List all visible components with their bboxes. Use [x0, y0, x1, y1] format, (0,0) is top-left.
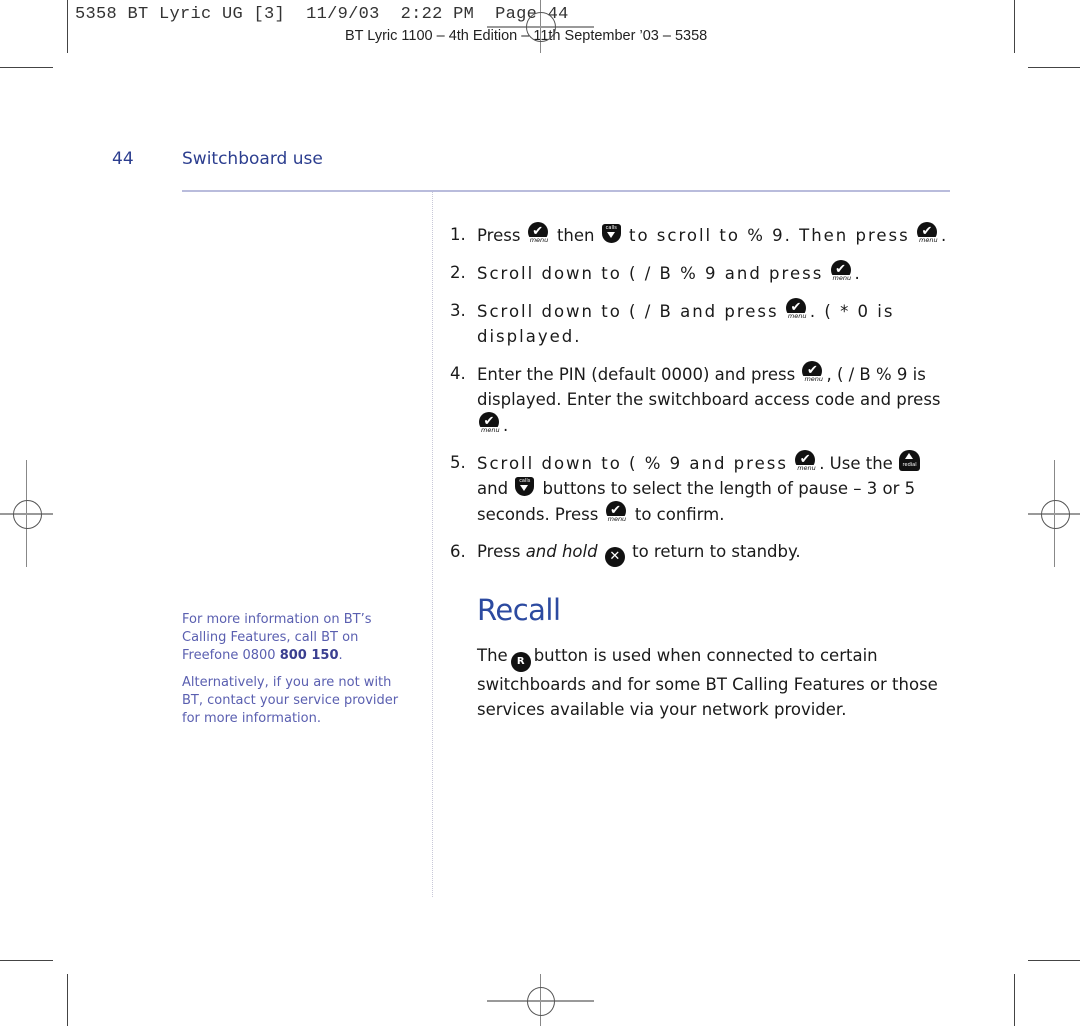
menu-ok-button-icon: ✔ menu: [917, 222, 939, 244]
step-text: and: [477, 479, 509, 498]
step-2: 2. Scroll down to ( / B % 9 and press ✔ m…: [450, 260, 950, 286]
crop-mark-top-left-v: [67, 0, 68, 53]
crop-mark-top-left-h: [0, 67, 53, 68]
column-divider: [432, 192, 433, 897]
step-text: Press: [477, 226, 521, 245]
step-text: to scroll to % 9. Then press: [628, 226, 910, 245]
menu-ok-button-icon: ✔ menu: [605, 501, 628, 523]
step-text: .: [941, 226, 947, 245]
page-number: 44: [112, 149, 134, 169]
recall-body: The Rbutton is used when connected to cer…: [477, 643, 952, 722]
crop-mark-bottom-right-v: [1014, 974, 1015, 1026]
step-text: Enter the PIN (default 0000) and press: [477, 365, 796, 384]
step-5: 5. Scroll down to ( % 9 and press ✔ menu.…: [450, 450, 950, 527]
slug-date: 11/9/03: [306, 5, 380, 24]
step-number: 1.: [450, 225, 466, 244]
step-text: to confirm.: [634, 505, 725, 524]
step-3: 3. Scroll down to ( / B and press ✔ menu.…: [450, 298, 950, 349]
step-text: Scroll down to ( / B and press: [477, 302, 779, 321]
step-number: 2.: [450, 263, 466, 282]
recall-button-icon: R: [510, 652, 531, 672]
step-number: 4.: [450, 364, 466, 383]
end-call-button-icon: ✕: [604, 547, 625, 567]
step-text: Press: [477, 542, 521, 561]
recall-text: button is used when connected to certain…: [477, 646, 938, 719]
step-text-emphasis: and hold: [525, 542, 598, 561]
step-1: 1. Press ✔ menu then calls to scroll to %…: [450, 222, 950, 248]
step-number: 5.: [450, 453, 466, 472]
menu-ok-button-icon: ✔ menu: [802, 361, 825, 383]
printer-slug-line: 5358 BT Lyric UG [3] 11/9/03 2:22 PM Pag…: [75, 5, 569, 24]
section-title: Switchboard use: [182, 149, 323, 169]
crop-mark-bottom-right-h: [1028, 960, 1080, 961]
side-note: For more information on BT’s Calling Fea…: [182, 611, 412, 737]
calls-down-button-icon: calls: [601, 224, 622, 244]
recall-heading: Recall: [477, 593, 561, 627]
step-text: Scroll down to ( % 9 and press: [477, 454, 788, 473]
step-text: . Use the: [819, 454, 893, 473]
step-number: 6.: [450, 542, 466, 561]
header-rule: [182, 190, 950, 192]
step-text: .: [854, 264, 860, 283]
menu-ok-button-icon: ✔ menu: [830, 260, 853, 282]
crop-mark-bottom-left-h: [0, 960, 53, 961]
menu-ok-button-icon: ✔ menu: [785, 298, 808, 320]
menu-ok-button-icon: ✔ menu: [479, 412, 501, 434]
slug-time: 2:22 PM: [400, 5, 475, 24]
menu-ok-button-icon: ✔ menu: [795, 450, 817, 472]
step-text: then: [556, 226, 595, 245]
step-text: .: [503, 416, 509, 435]
redial-up-button-icon: redial: [899, 450, 921, 472]
menu-ok-button-icon: ✔ menu: [527, 222, 550, 244]
step-text: to return to standby.: [632, 542, 801, 561]
crop-mark-bottom-left-v: [67, 974, 68, 1026]
crop-mark-top-right-v: [1014, 0, 1015, 53]
step-text: Scroll down to ( / B % 9 and press: [477, 264, 824, 283]
slug-job: 5358 BT Lyric UG [3]: [75, 5, 286, 24]
side-note-para-1: For more information on BT’s Calling Fea…: [182, 612, 372, 663]
recall-text: The: [477, 646, 508, 665]
step-number: 3.: [450, 301, 466, 320]
step-4: 4. Enter the PIN (default 0000) and pres…: [450, 361, 950, 438]
instruction-steps: 1. Press ✔ menu then calls to scroll to %…: [450, 222, 950, 579]
calls-down-button-icon: calls: [515, 477, 535, 497]
side-note-para-2: Alternatively, if you are not with BT, c…: [182, 675, 399, 726]
crop-mark-top-right-h: [1028, 67, 1080, 68]
freefone-number: 800 150: [279, 648, 339, 663]
step-6: 6. Press and hold ✕ to return to standby…: [450, 539, 950, 567]
